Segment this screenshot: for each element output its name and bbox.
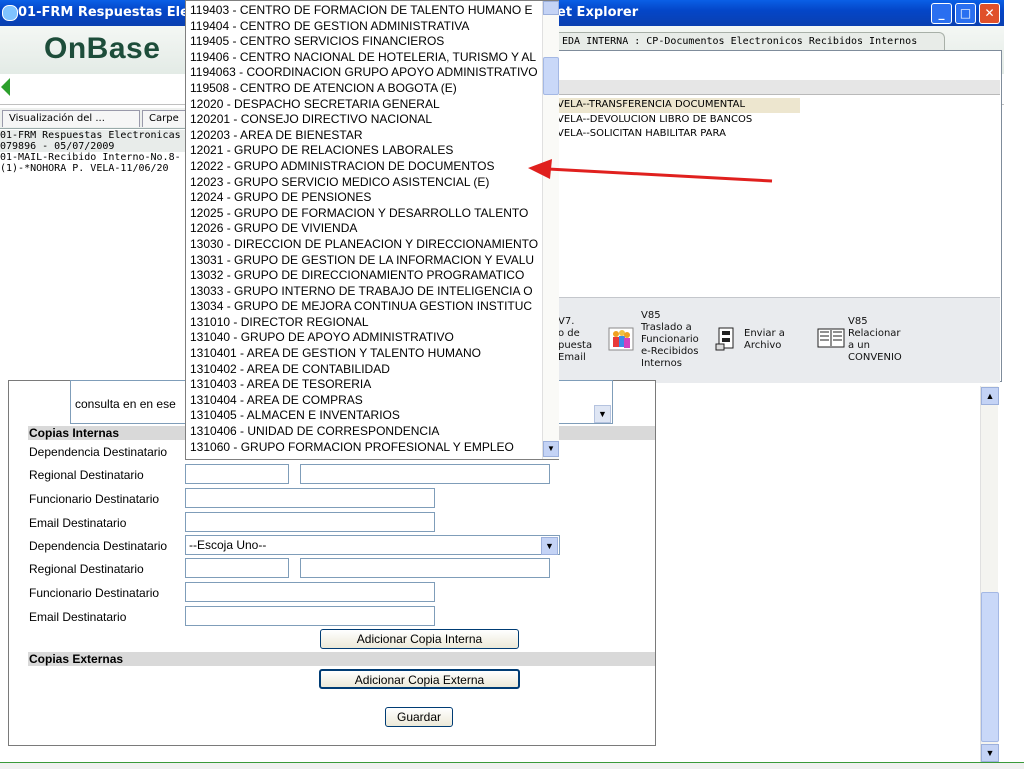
tab-cp-documentos[interactable]: EDA INTERNA : CP-Documentos Electronicos… bbox=[555, 32, 945, 51]
label-email-1: Email Destinatario bbox=[29, 516, 127, 530]
regional-name-input-1[interactable] bbox=[300, 464, 550, 484]
label-funcionario-1: Funcionario Destinatario bbox=[29, 492, 160, 506]
scroll-down-icon[interactable]: ▼ bbox=[981, 744, 999, 762]
dropdown-option[interactable]: 12025 - GRUPO DE FORMACION Y DESARROLLO … bbox=[186, 206, 541, 222]
scroll-up-icon[interactable]: ▲ bbox=[981, 387, 999, 405]
chevron-down-icon[interactable]: ▼ bbox=[594, 405, 611, 423]
list-item[interactable]: 01-FRM Respuestas Electronicas bbox=[0, 130, 190, 141]
book-icon[interactable] bbox=[817, 326, 845, 350]
dropdown-option[interactable]: 12024 - GRUPO DE PENSIONES bbox=[186, 190, 541, 206]
scroll-down-icon[interactable]: ▼ bbox=[543, 441, 559, 457]
dropdown-option[interactable]: 1310404 - AREA DE COMPRAS bbox=[186, 393, 541, 409]
funcionario-input-2[interactable] bbox=[185, 582, 435, 602]
dropdown-option[interactable]: 120201 - CONSEJO DIRECTIVO NACIONAL bbox=[186, 112, 541, 128]
close-button[interactable]: ✕ bbox=[979, 3, 1000, 24]
people-icon[interactable] bbox=[608, 325, 634, 351]
dropdown-option[interactable]: 12020 - DESPACHO SECRETARIA GENERAL bbox=[186, 97, 541, 113]
add-internal-copy-button[interactable]: Adicionar Copia Interna bbox=[320, 629, 519, 649]
save-button[interactable]: Guardar bbox=[385, 707, 453, 727]
tab-visualizacion[interactable]: Visualización del ... bbox=[2, 110, 140, 127]
label-dependencia-2: Dependencia Destinatario bbox=[29, 539, 168, 553]
back-arrow-icon[interactable] bbox=[1, 78, 10, 96]
dropdown-option[interactable]: 1310401 - AREA DE GESTION Y TALENTO HUMA… bbox=[186, 346, 541, 362]
dependencia-select-2[interactable]: --Escoja Uno-- ▼ bbox=[185, 535, 560, 555]
results-list: VELA--TRANSFERENCIA DOCUMENTAL VELA--DEV… bbox=[557, 98, 997, 142]
tool-respuesta-email[interactable]: V7. o de puesta Email bbox=[558, 316, 592, 364]
label-email-2: Email Destinatario bbox=[29, 610, 127, 624]
section-copias-externas: Copias Externas bbox=[28, 652, 655, 666]
dropdown-options: 119403 - CENTRO DE FORMACION DE TALENTO … bbox=[186, 3, 541, 455]
dropdown-option[interactable]: 1310403 - AREA DE TESORERIA bbox=[186, 377, 541, 393]
dropdown-option[interactable]: 12023 - GRUPO SERVICIO MEDICO ASISTENCIA… bbox=[186, 175, 541, 191]
dropdown-option[interactable]: 119403 - CENTRO DE FORMACION DE TALENTO … bbox=[186, 3, 541, 19]
dropdown-option[interactable]: 13030 - DIRECCION DE PLANEACION Y DIRECC… bbox=[186, 237, 541, 253]
dropdown-option[interactable]: 131060 - GRUPO FORMACION PROFESIONAL Y E… bbox=[186, 440, 541, 456]
window-title-right: et Explorer bbox=[557, 5, 639, 20]
tool-traslado-funcionario[interactable]: V85 Traslado a Funcionario e-Recibidos I… bbox=[641, 310, 699, 370]
dropdown-option[interactable]: 13033 - GRUPO INTERNO DE TRABAJO DE INTE… bbox=[186, 284, 541, 300]
list-item[interactable]: (1)-*NOHORA P. VELA-11/06/20 bbox=[0, 163, 190, 174]
dropdown-option[interactable]: 119508 - CENTRO DE ATENCION A BOGOTA (E) bbox=[186, 81, 541, 97]
results-header bbox=[555, 80, 1000, 95]
regional-code-input-1[interactable] bbox=[185, 464, 289, 484]
dropdown-option[interactable]: 1310405 - ALMACEN E INVENTARIOS bbox=[186, 408, 541, 424]
dropdown-option[interactable]: 1310406 - UNIDAD DE CORRESPONDENCIA bbox=[186, 424, 541, 440]
scrollbar-thumb[interactable] bbox=[981, 592, 999, 742]
tab-visualizacion-label: Visualización del ... bbox=[9, 113, 105, 124]
tab-carpetas-label: Carpe bbox=[149, 113, 179, 124]
dropdown-option[interactable]: 131040 - GRUPO DE APOYO ADMINISTRATIVO bbox=[186, 330, 541, 346]
dropdown-option[interactable]: 131010 - DIRECTOR REGIONAL bbox=[186, 315, 541, 331]
minimize-button[interactable]: _ bbox=[931, 3, 952, 24]
dropdown-option[interactable]: 12022 - GRUPO ADMINISTRACION DE DOCUMENT… bbox=[186, 159, 541, 175]
tool-relacionar-convenio[interactable]: V85 Relacionar a un CONVENIO bbox=[848, 316, 902, 364]
dependencia-select-value: --Escoja Uno-- bbox=[189, 538, 267, 552]
task-toolbar: V7. o de puesta Email V85 Traslado a Fun… bbox=[555, 297, 1000, 383]
table-row[interactable]: VELA--DEVOLUCION LIBRO DE BANCOS bbox=[557, 113, 997, 128]
dropdown-option[interactable]: 13032 - GRUPO DE DIRECCIONAMIENTO PROGRA… bbox=[186, 268, 541, 284]
dropdown-option[interactable]: 12026 - GRUPO DE VIVIENDA bbox=[186, 221, 541, 237]
email-input-1[interactable] bbox=[185, 512, 435, 532]
dropdown-scrollbar-thumb[interactable] bbox=[543, 57, 559, 95]
dependencia-dropdown-list[interactable]: 119403 - CENTRO DE FORMACION DE TALENTO … bbox=[185, 0, 559, 460]
document-list: 01-FRM Respuestas Electronicas 079896 - … bbox=[0, 130, 190, 380]
list-item[interactable]: 079896 - 05/07/2009 bbox=[0, 141, 190, 152]
tab-cp-documentos-label: EDA INTERNA : CP-Documentos Electronicos… bbox=[562, 36, 918, 47]
email-input-2[interactable] bbox=[185, 606, 435, 626]
list-item[interactable]: 01-MAIL-Recibido Interno-No.8- bbox=[0, 152, 190, 163]
dropdown-option[interactable]: 12021 - GRUPO DE RELACIONES LABORALES bbox=[186, 143, 541, 159]
table-row[interactable]: VELA--SOLICITAN HABILITAR PARA bbox=[557, 127, 997, 142]
chevron-down-icon[interactable]: ▼ bbox=[541, 537, 558, 555]
dropdown-option[interactable]: 13034 - GRUPO DE MEJORA CONTINUA GESTION… bbox=[186, 299, 541, 315]
dropdown-option[interactable]: 119405 - CENTRO SERVICIOS FINANCIEROS bbox=[186, 34, 541, 50]
maximize-button[interactable]: □ bbox=[955, 3, 976, 24]
label-dependencia-1: Dependencia Destinatario bbox=[29, 445, 168, 459]
archive-icon[interactable] bbox=[714, 326, 738, 351]
left-tab-strip: Visualización del ... Carpe bbox=[0, 108, 196, 129]
dropdown-option[interactable]: 119406 - CENTRO NACIONAL DE HOTELERIA, T… bbox=[186, 50, 541, 66]
label-funcionario-2: Funcionario Destinatario bbox=[29, 586, 160, 600]
dropdown-option[interactable]: 13031 - GRUPO DE GESTION DE LA INFORMACI… bbox=[186, 253, 541, 269]
ie-icon bbox=[2, 5, 18, 21]
funcionario-input-1[interactable] bbox=[185, 488, 435, 508]
tool-enviar-archivo[interactable]: Enviar a Archivo bbox=[744, 328, 785, 352]
add-external-copy-button[interactable]: Adicionar Copia Externa bbox=[319, 669, 520, 689]
regional-name-input-2[interactable] bbox=[300, 558, 550, 578]
regional-code-input-2[interactable] bbox=[185, 558, 289, 578]
scroll-up-icon[interactable] bbox=[543, 1, 559, 15]
onbase-logo: OnBase bbox=[44, 32, 161, 65]
dropdown-option[interactable]: 1310402 - AREA DE CONTABILIDAD bbox=[186, 362, 541, 378]
dropdown-option[interactable]: 120203 - AREA DE BIENESTAR bbox=[186, 128, 541, 144]
dropdown-option[interactable]: 119404 - CENTRO DE GESTION ADMINISTRATIV… bbox=[186, 19, 541, 35]
table-row[interactable]: VELA--TRANSFERENCIA DOCUMENTAL bbox=[557, 98, 800, 113]
label-regional-2: Regional Destinatario bbox=[29, 562, 144, 576]
label-regional-1: Regional Destinatario bbox=[29, 468, 144, 482]
dropdown-option[interactable]: 1194063 - COORDINACION GRUPO APOYO ADMIN… bbox=[186, 65, 541, 81]
